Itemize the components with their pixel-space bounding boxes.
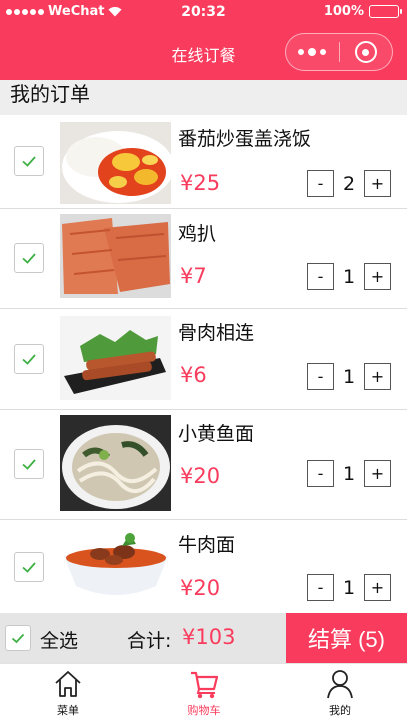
- food-image: [60, 214, 171, 298]
- list-item: 骨肉相连 ¥6 - 1 +: [0, 309, 407, 410]
- item-name: 鸡扒: [178, 223, 217, 245]
- item-name: 番茄炒蛋盖浇饭: [178, 128, 312, 150]
- battery-percent: 100%: [323, 4, 364, 19]
- item-checkbox[interactable]: [14, 344, 44, 374]
- item-price: ¥20: [180, 464, 221, 488]
- checkout-bar: 全选 合计: ¥103 结算 (5): [0, 613, 407, 663]
- check-icon: [22, 253, 36, 264]
- select-all-label[interactable]: 全选: [40, 626, 78, 653]
- check-icon: [22, 354, 36, 365]
- battery-icon: [369, 5, 402, 18]
- cart-icon: [191, 671, 219, 699]
- check-icon: [11, 633, 25, 644]
- close-mini-program-icon[interactable]: [340, 41, 393, 63]
- decrease-button[interactable]: -: [307, 363, 334, 390]
- food-image: [60, 122, 171, 204]
- increase-button[interactable]: +: [364, 574, 391, 601]
- total-label: 合计:: [127, 630, 172, 652]
- nav-bar: 在线订餐: [0, 24, 407, 80]
- tab-bar: 菜单 购物车 我的: [0, 663, 407, 723]
- decrease-button[interactable]: -: [307, 574, 334, 601]
- beef-noodles-image: [60, 524, 171, 606]
- quantity-value: 1: [342, 576, 356, 599]
- tomato-egg-rice-image: [60, 122, 171, 204]
- item-price: ¥7: [180, 264, 207, 288]
- quantity-stepper: - 1 +: [307, 263, 391, 290]
- check-icon: [22, 459, 36, 470]
- food-image: [60, 524, 171, 606]
- tab-cart[interactable]: 购物车: [154, 668, 254, 718]
- quantity-value: 1: [342, 462, 356, 485]
- meat-skewers-image: [60, 316, 171, 400]
- total-price: ¥103: [182, 625, 236, 649]
- item-price: ¥6: [180, 363, 207, 387]
- increase-button[interactable]: +: [364, 460, 391, 487]
- quantity-stepper: - 1 +: [307, 574, 391, 601]
- food-image: [60, 316, 171, 400]
- tab-profile[interactable]: 我的: [290, 668, 390, 718]
- tab-label: 购物车: [187, 704, 221, 717]
- list-item: 小黄鱼面 ¥20 - 1 +: [0, 410, 407, 520]
- list-item: 牛肉面 ¥20 - 1 +: [0, 520, 407, 613]
- quantity-stepper: - 2 +: [307, 170, 391, 197]
- item-checkbox[interactable]: [14, 552, 44, 582]
- section-title: 我的订单: [0, 80, 407, 115]
- checkout-button[interactable]: 结算 (5): [286, 613, 407, 663]
- battery-indicator: 100%: [323, 4, 402, 19]
- item-name: 骨肉相连: [178, 322, 255, 344]
- quantity-value: 1: [342, 365, 356, 388]
- tab-menu[interactable]: 菜单: [18, 668, 118, 718]
- increase-button[interactable]: +: [364, 363, 391, 390]
- item-price: ¥20: [180, 576, 221, 600]
- quantity-value: 1: [342, 265, 356, 288]
- decrease-button[interactable]: -: [307, 170, 334, 197]
- tab-label: 我的: [329, 704, 351, 717]
- item-checkbox[interactable]: [14, 146, 44, 176]
- status-bar: WeChat 20:32 100%: [0, 0, 407, 24]
- item-name: 小黄鱼面: [178, 423, 255, 445]
- check-icon: [22, 562, 36, 573]
- item-name: 牛肉面: [178, 534, 236, 556]
- tab-label: 菜单: [57, 704, 79, 717]
- more-icon[interactable]: [286, 47, 339, 56]
- item-price: ¥25: [180, 171, 221, 195]
- list-item: 鸡扒 ¥7 - 1 +: [0, 209, 407, 309]
- decrease-button[interactable]: -: [307, 460, 334, 487]
- quantity-value: 2: [342, 172, 356, 195]
- quantity-stepper: - 1 +: [307, 460, 391, 487]
- food-image: [60, 415, 171, 511]
- increase-button[interactable]: +: [364, 170, 391, 197]
- mini-program-capsule: [285, 33, 393, 71]
- decrease-button[interactable]: -: [307, 263, 334, 290]
- chicken-steak-image: [60, 214, 171, 298]
- house-icon: [55, 671, 81, 697]
- person-icon: [327, 670, 353, 699]
- list-item: 番茄炒蛋盖浇饭 ¥25 - 2 +: [0, 115, 407, 209]
- check-icon: [22, 156, 36, 167]
- yellow-fish-noodles-image: [60, 415, 171, 511]
- item-checkbox[interactable]: [14, 243, 44, 273]
- select-all-checkbox[interactable]: [5, 625, 31, 651]
- increase-button[interactable]: +: [364, 263, 391, 290]
- item-checkbox[interactable]: [14, 449, 44, 479]
- quantity-stepper: - 1 +: [307, 363, 391, 390]
